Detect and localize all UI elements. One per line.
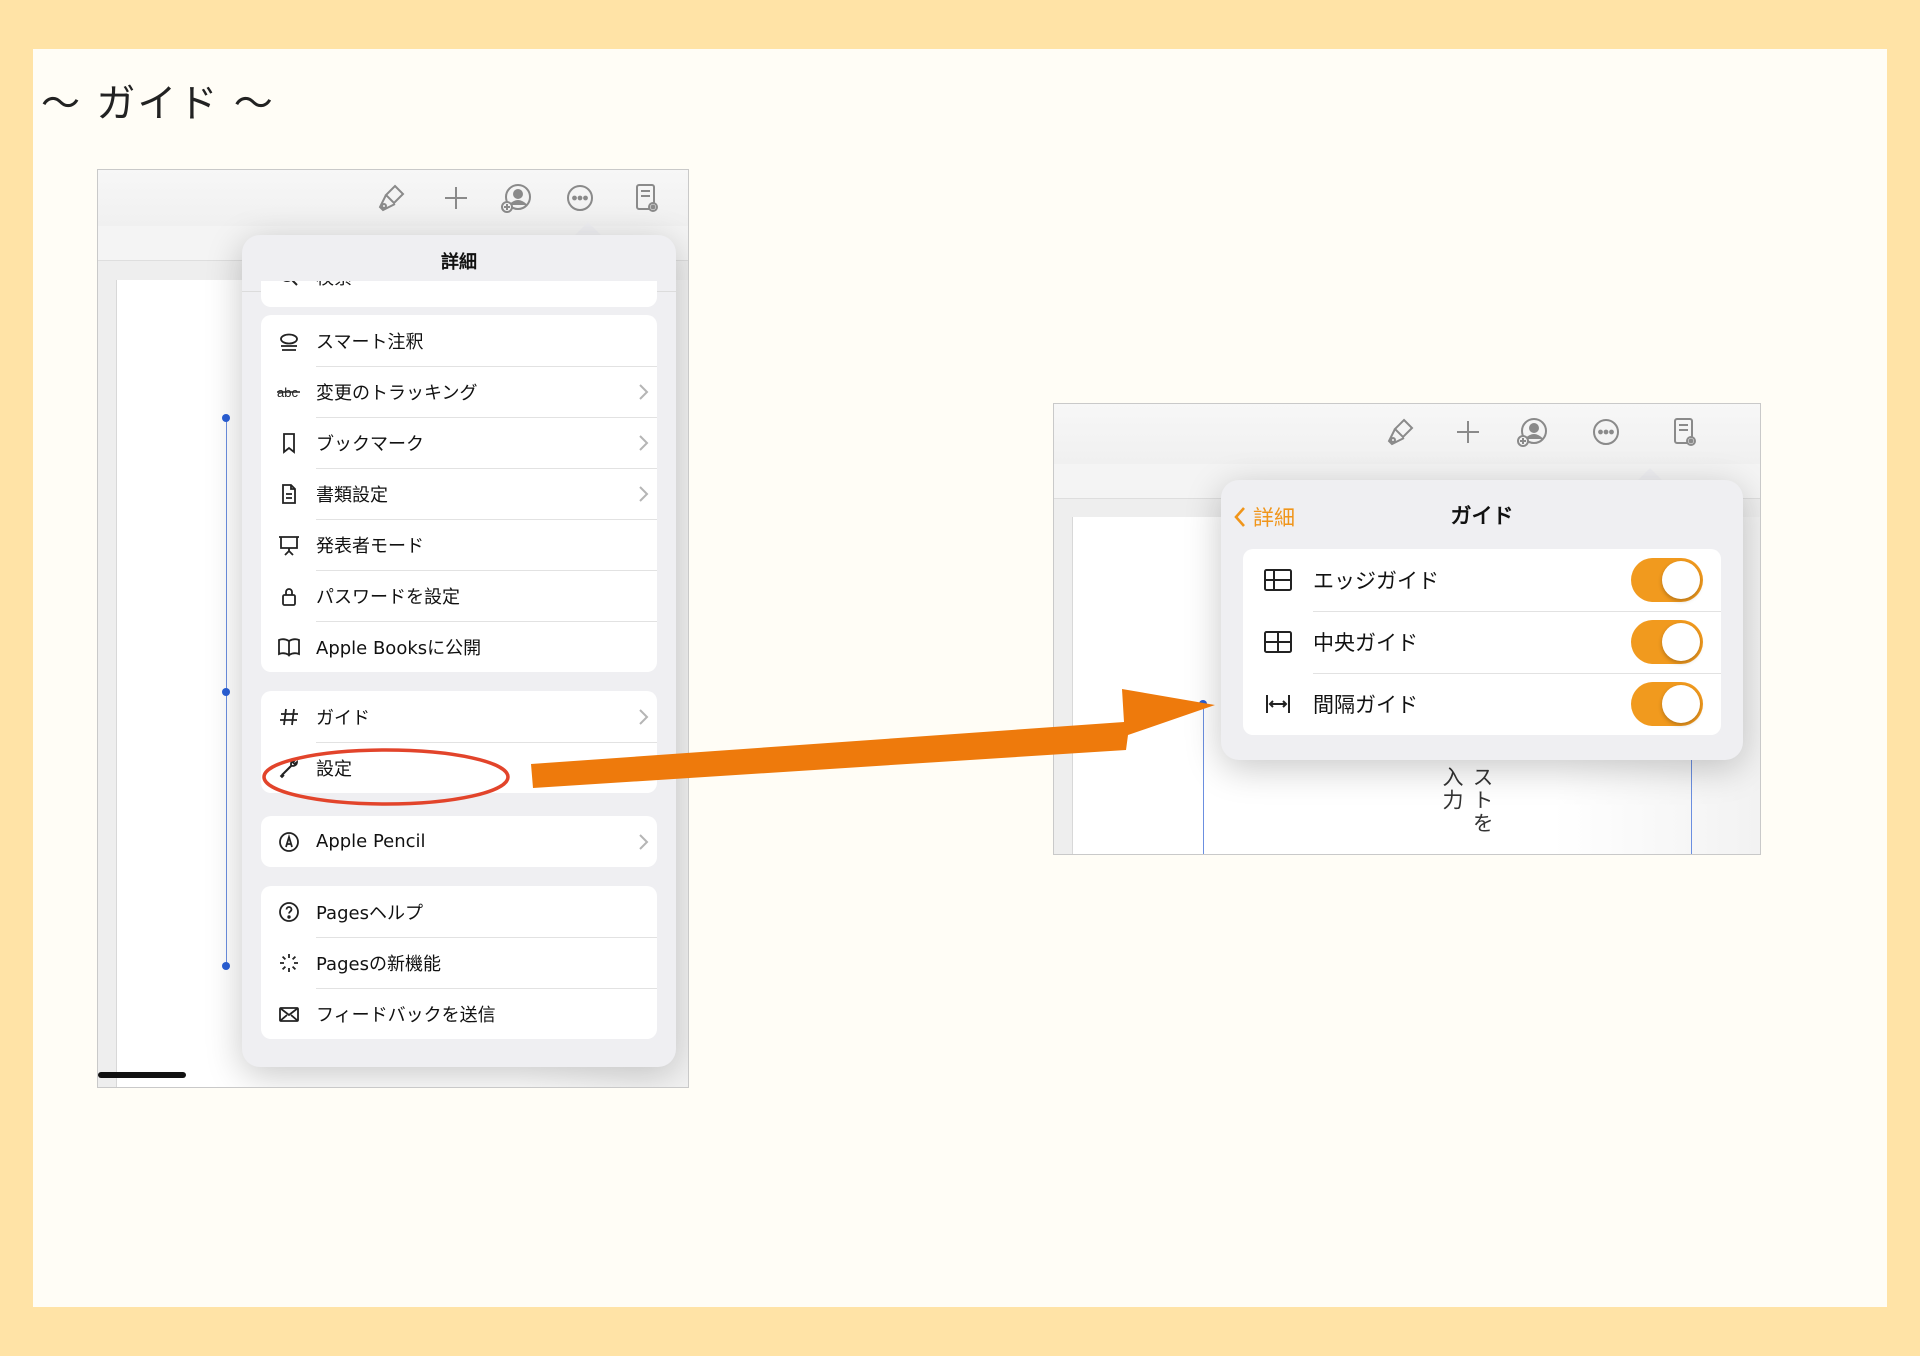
- highlight-ellipse: [262, 748, 510, 806]
- arrow-annotation: [531, 689, 1215, 788]
- annotation-overlay: [262, 689, 1215, 806]
